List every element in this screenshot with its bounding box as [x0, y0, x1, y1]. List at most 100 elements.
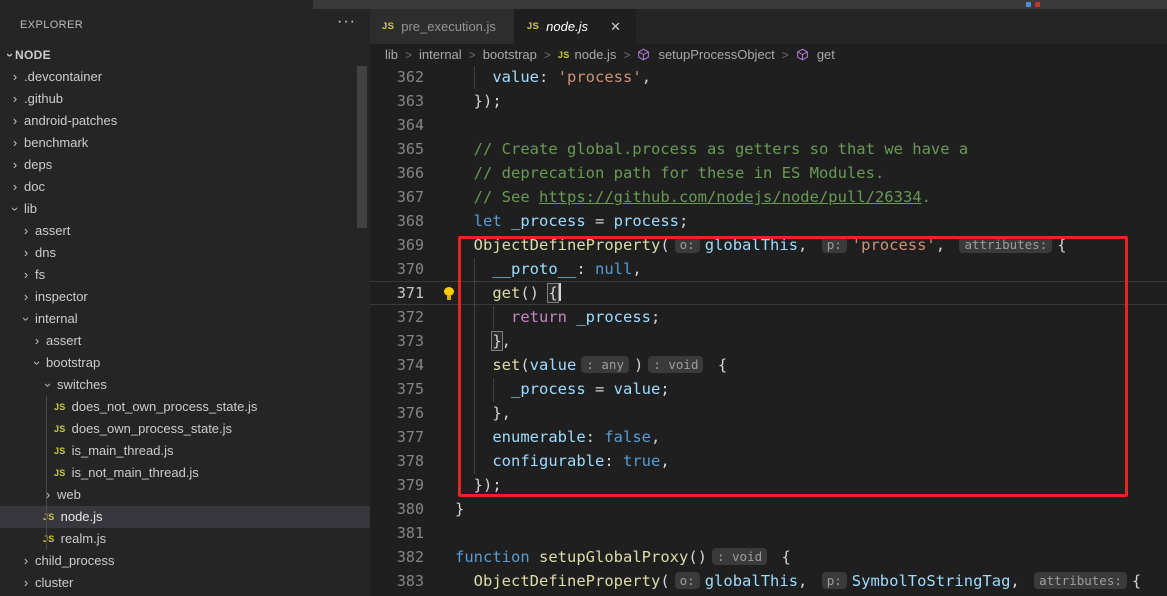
line-number[interactable]: 369 [370, 233, 424, 257]
tree-item-assert[interactable]: assert [0, 330, 370, 352]
code-line-365[interactable]: 365 // Create global.process as getters … [370, 137, 1167, 161]
tree-item-does-own-process-state-js[interactable]: JSdoes_own_process_state.js [0, 418, 370, 440]
line-number[interactable]: 364 [370, 113, 424, 137]
tree-item-label: switches [57, 374, 107, 396]
line-number[interactable]: 365 [370, 137, 424, 161]
symbol-cube-icon [796, 48, 813, 61]
breadcrumb-item-internal[interactable]: >internal [398, 47, 462, 62]
code-line-381[interactable]: 381 [370, 521, 1167, 545]
tree-item-node-js[interactable]: JSnode.js [0, 506, 370, 528]
code-token: () [688, 548, 707, 566]
tree-item-label: realm.js [61, 528, 107, 550]
code-editor[interactable]: 362 value: 'process',363 });364365 // Cr… [370, 65, 1167, 596]
tree-item-label: internal [35, 308, 78, 330]
code-link[interactable]: https://github.com/nodejs/node/pull/2633… [539, 188, 922, 206]
code-line-372[interactable]: 372 return _process; [370, 305, 1167, 329]
code-line-375[interactable]: 375 _process = value; [370, 377, 1167, 401]
code-line-362[interactable]: 362 value: 'process', [370, 65, 1167, 89]
tree-item-switches[interactable]: switches [0, 374, 370, 396]
tree-item-doc[interactable]: doc [0, 176, 370, 198]
breadcrumb-label: lib [385, 47, 398, 62]
code-line-363[interactable]: 363 }); [370, 89, 1167, 113]
tree-item-benchmark[interactable]: benchmark [0, 132, 370, 154]
window-title-strip [0, 0, 1167, 9]
code-line-367[interactable]: 367 // See https://github.com/nodejs/nod… [370, 185, 1167, 209]
line-number[interactable]: 376 [370, 401, 424, 425]
code-line-373[interactable]: 373 }, [370, 329, 1167, 353]
line-number[interactable]: 371 [370, 281, 424, 305]
line-number[interactable]: 380 [370, 497, 424, 521]
code-token: // deprecation path for these in ES Modu… [474, 164, 885, 182]
tree-item-is-not-main-thread-js[interactable]: JSis_not_main_thread.js [0, 462, 370, 484]
close-icon[interactable]: ✕ [608, 19, 623, 35]
sidebar-scrollbar[interactable] [357, 66, 367, 228]
line-number[interactable]: 362 [370, 65, 424, 89]
explorer-section-node[interactable]: NODE [0, 44, 370, 66]
tab-node-js[interactable]: JSnode.js✕ [515, 9, 636, 44]
tree-item-is-main-thread-js[interactable]: JSis_main_thread.js [0, 440, 370, 462]
line-number[interactable]: 382 [370, 545, 424, 569]
line-number[interactable]: 363 [370, 89, 424, 113]
breadcrumb-item-lib[interactable]: lib [385, 47, 398, 62]
tree-item-fs[interactable]: fs [0, 264, 370, 286]
code-line-370[interactable]: 370 __proto__: null, [370, 257, 1167, 281]
tree-item--github[interactable]: .github [0, 88, 370, 110]
tree-item-android-patches[interactable]: android-patches [0, 110, 370, 132]
tree-item-cluster[interactable]: cluster [0, 572, 370, 594]
code-line-368[interactable]: 368 let _process = process; [370, 209, 1167, 233]
line-number[interactable]: 381 [370, 521, 424, 545]
line-number[interactable]: 373 [370, 329, 424, 353]
lightbulb-icon[interactable] [444, 287, 455, 300]
line-number[interactable]: 367 [370, 185, 424, 209]
code-line-369[interactable]: 369 ObjectDefineProperty(o:globalThis, p… [370, 233, 1167, 257]
line-number[interactable]: 370 [370, 257, 424, 281]
tree-item-web[interactable]: web [0, 484, 370, 506]
code-text: value: 'process', [455, 65, 651, 89]
line-number[interactable]: 368 [370, 209, 424, 233]
code-line-377[interactable]: 377 enumerable: false, [370, 425, 1167, 449]
line-number[interactable]: 383 [370, 569, 424, 593]
line-number[interactable]: 378 [370, 449, 424, 473]
line-number[interactable]: 377 [370, 425, 424, 449]
tab-pre-execution-js[interactable]: JSpre_execution.js [370, 9, 515, 44]
code-line-366[interactable]: 366 // deprecation path for these in ES … [370, 161, 1167, 185]
tree-item-realm-js[interactable]: JSrealm.js [0, 528, 370, 550]
tree-item-deps[interactable]: deps [0, 154, 370, 176]
tree-item-inspector[interactable]: inspector [0, 286, 370, 308]
tree-item-assert[interactable]: assert [0, 220, 370, 242]
tree-item-internal[interactable]: internal [0, 308, 370, 330]
tree-item-lib[interactable]: lib [0, 198, 370, 220]
code-line-383[interactable]: 383 ObjectDefineProperty(o:globalThis, p… [370, 569, 1167, 593]
tree-item-bootstrap[interactable]: bootstrap [0, 352, 370, 374]
code-line-374[interactable]: 374 set(value: any): void { [370, 353, 1167, 377]
tree-item-label: fs [35, 264, 45, 286]
indent-guide [474, 66, 475, 89]
breadcrumb-item-get[interactable]: >get [775, 47, 835, 62]
code-text: _process = value; [455, 377, 670, 401]
breadcrumb-item-node-js[interactable]: >JSnode.js [537, 47, 617, 62]
line-number[interactable]: 372 [370, 305, 424, 329]
chevron-right-icon [19, 286, 33, 308]
code-line-380[interactable]: 380} [370, 497, 1167, 521]
code-line-376[interactable]: 376 }, [370, 401, 1167, 425]
line-number[interactable]: 374 [370, 353, 424, 377]
code-line-371[interactable]: 371 get() { [370, 281, 1167, 305]
code-token [455, 188, 474, 206]
tree-item--devcontainer[interactable]: .devcontainer [0, 66, 370, 88]
code-line-379[interactable]: 379 }); [370, 473, 1167, 497]
code-token [455, 476, 474, 494]
code-line-364[interactable]: 364 [370, 113, 1167, 137]
tree-item-does-not-own-process-state-js[interactable]: JSdoes_not_own_process_state.js [0, 396, 370, 418]
line-number[interactable]: 366 [370, 161, 424, 185]
code-line-378[interactable]: 378 configurable: true, [370, 449, 1167, 473]
tree-item-dns[interactable]: dns [0, 242, 370, 264]
explorer-more-actions-icon[interactable]: ··· [337, 13, 356, 31]
code-text: configurable: true, [455, 449, 670, 473]
tree-item-child-process[interactable]: child_process [0, 550, 370, 572]
breadcrumb-item-setupprocessobject[interactable]: >setupProcessObject [616, 47, 774, 62]
line-number[interactable]: 375 [370, 377, 424, 401]
breadcrumb-item-bootstrap[interactable]: >bootstrap [462, 47, 537, 62]
line-number[interactable]: 379 [370, 473, 424, 497]
code-line-382[interactable]: 382function setupGlobalProxy(): void { [370, 545, 1167, 569]
code-token: // See [474, 188, 539, 206]
